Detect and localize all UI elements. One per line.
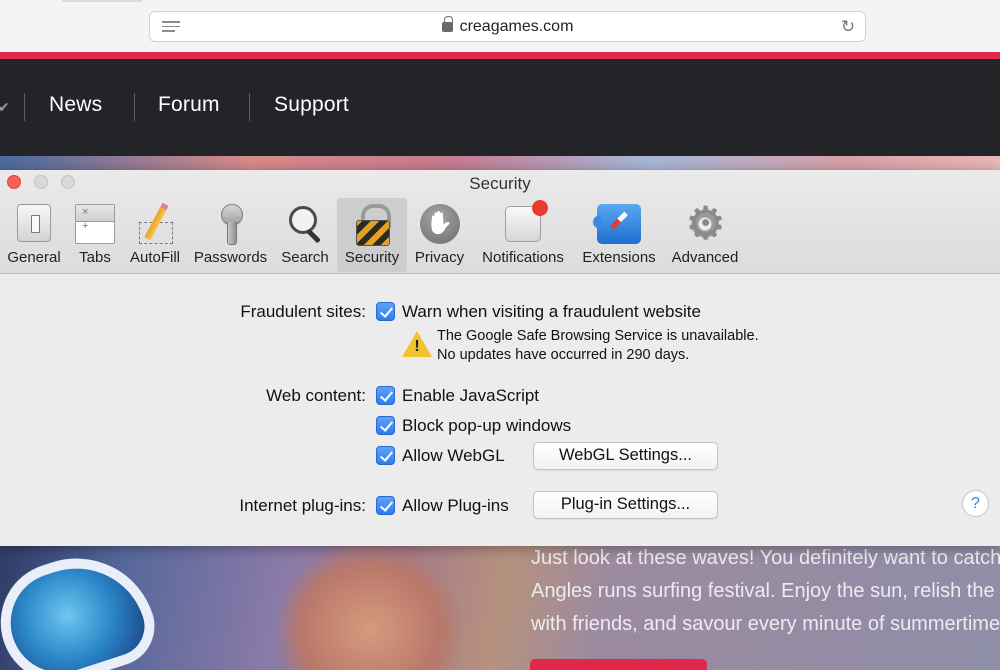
hero-image: Just look at these waves! You definitely…	[0, 546, 1000, 670]
tab-passwords[interactable]: Passwords	[188, 198, 273, 272]
tab-label: Security	[344, 249, 400, 266]
padlock-icon	[352, 204, 392, 246]
warn-fraudulent-checkbox[interactable]	[376, 302, 395, 321]
hero-line: with friends, and savour every minute of…	[531, 613, 1000, 635]
safe-browsing-warning-line1: The Google Safe Browsing Service is unav…	[437, 328, 759, 344]
tab-label: Privacy	[414, 249, 465, 266]
allow-webgl-checkbox[interactable]	[376, 446, 395, 465]
tab-label: General	[7, 249, 61, 266]
gear-icon	[685, 198, 725, 248]
block-popups-checkbox[interactable]	[376, 416, 395, 435]
tab-extensions[interactable]: Extensions	[574, 198, 664, 272]
nav-link-forum[interactable]: Forum	[158, 93, 220, 117]
key-icon	[211, 204, 251, 245]
site-navigation: ✔ News Forum Support	[0, 59, 1000, 156]
tab-advanced[interactable]: Advanced	[664, 198, 746, 272]
tab-privacy[interactable]: Privacy	[407, 198, 472, 272]
autofill-pencil-icon	[135, 204, 175, 244]
browser-toolbar: creagames.com ↻	[0, 0, 1000, 52]
nav-chevron-icon[interactable]: ✔	[0, 99, 10, 116]
surfer-image	[280, 546, 460, 670]
plugin-settings-button[interactable]: Plug-in Settings...	[533, 491, 718, 519]
block-popups-label[interactable]: Block pop-up windows	[402, 416, 571, 436]
notification-badge-icon	[505, 200, 548, 242]
tab-label: Advanced	[671, 249, 739, 266]
general-switch-icon	[17, 204, 51, 242]
warn-fraudulent-label[interactable]: Warn when visiting a fraudulent website	[402, 302, 701, 322]
tab-security[interactable]: Security	[337, 198, 407, 272]
reload-icon[interactable]: ↻	[839, 18, 857, 36]
help-button[interactable]: ?	[962, 490, 989, 517]
tab-notifications[interactable]: Notifications	[472, 198, 574, 272]
tab-tabs[interactable]: Tabs	[68, 198, 122, 272]
web-content-label: Web content:	[266, 386, 366, 405]
tab-label: Tabs	[79, 249, 111, 266]
tabs-icon	[75, 204, 115, 244]
warning-icon	[402, 331, 432, 357]
site-accent-bar	[0, 52, 1000, 59]
security-preferences-window: Security General Tabs AutoFill Passwords…	[0, 170, 1000, 546]
tab-label: Search	[281, 249, 329, 266]
window-title: Security	[469, 174, 531, 193]
nav-divider	[249, 93, 250, 121]
url-display[interactable]: creagames.com	[150, 16, 865, 36]
lock-icon	[441, 16, 453, 32]
allow-plugins-checkbox[interactable]	[376, 496, 395, 515]
nav-divider	[24, 93, 25, 121]
tab-search[interactable]: Search	[273, 198, 337, 272]
hero-description: Just look at these waves! You definitely…	[531, 546, 1000, 641]
internet-plugins-label: Internet plug-ins:	[239, 496, 366, 515]
hero-line: Angles runs surfing festival. Enjoy the …	[531, 580, 1000, 602]
tab-label: Extensions	[582, 249, 656, 266]
tab-general[interactable]: General	[0, 198, 68, 272]
webgl-settings-button[interactable]: WebGL Settings...	[533, 442, 718, 470]
magnifier-icon	[285, 204, 325, 244]
fraudulent-sites-label: Fraudulent sites:	[240, 302, 366, 321]
compass-puzzle-icon	[593, 204, 641, 244]
enable-javascript-checkbox[interactable]	[376, 386, 395, 405]
nav-divider	[134, 93, 135, 121]
enable-javascript-label[interactable]: Enable JavaScript	[402, 386, 539, 406]
sunglasses-image	[0, 546, 165, 670]
preferences-toolbar: Security General Tabs AutoFill Passwords…	[0, 170, 1000, 274]
tab-label: Notifications	[482, 249, 564, 266]
hero-line: Just look at these waves! You definitely…	[531, 547, 1000, 569]
allow-webgl-label[interactable]: Allow WebGL	[402, 446, 505, 466]
hero-cta-button[interactable]	[530, 659, 707, 670]
allow-plugins-label[interactable]: Allow Plug-ins	[402, 496, 509, 516]
address-bar[interactable]: creagames.com ↻	[149, 11, 866, 42]
url-text: creagames.com	[459, 18, 574, 35]
hand-icon	[419, 204, 460, 244]
tab-label: Passwords	[193, 249, 268, 266]
tab-indicator	[62, 0, 142, 2]
nav-link-news[interactable]: News	[49, 93, 102, 117]
safe-browsing-warning-line2: No updates have occurred in 290 days.	[437, 347, 690, 363]
tab-label: AutoFill	[129, 249, 181, 266]
hero-image-top	[0, 156, 1000, 170]
tab-autofill[interactable]: AutoFill	[122, 198, 188, 272]
nav-link-support[interactable]: Support	[274, 93, 349, 117]
